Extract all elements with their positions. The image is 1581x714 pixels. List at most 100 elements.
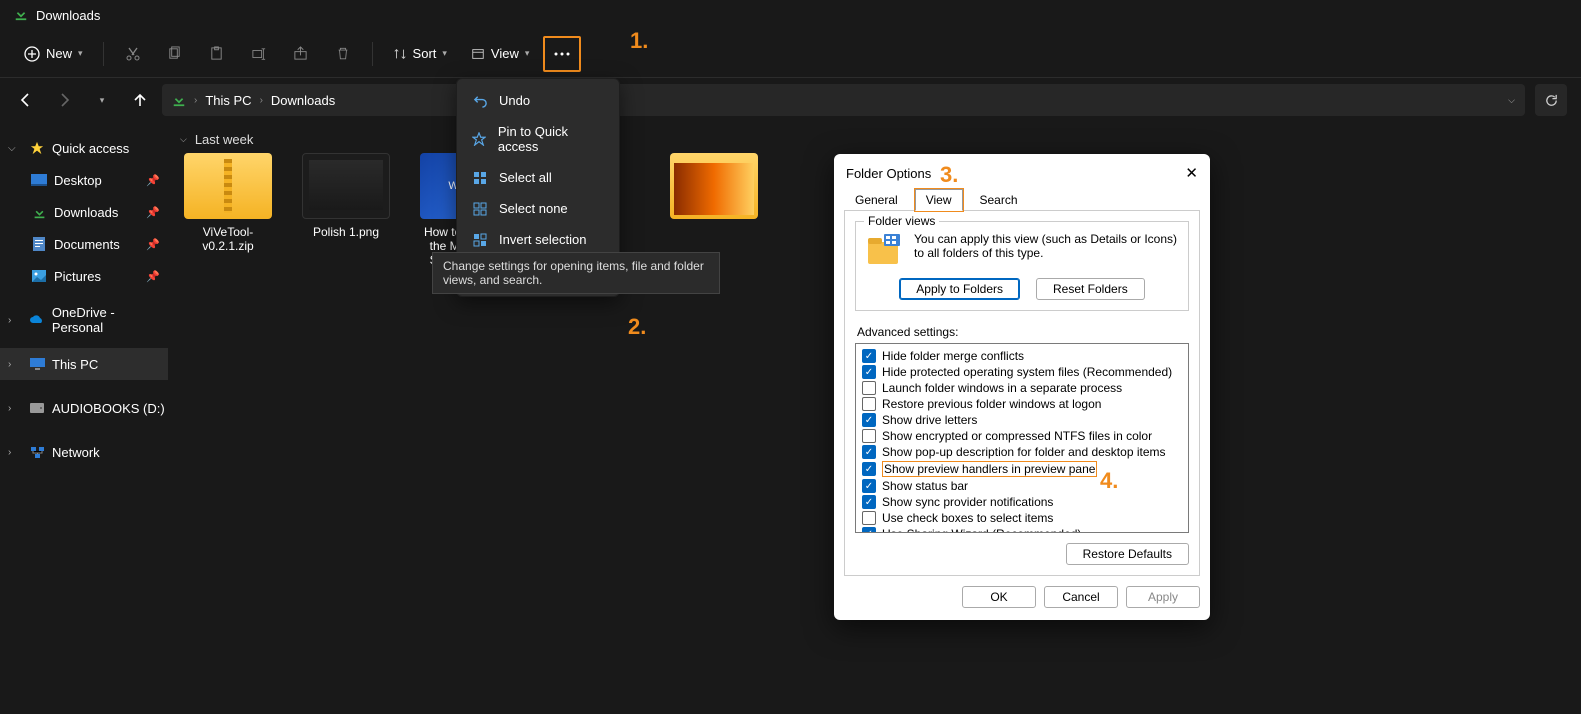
file-item[interactable] <box>666 153 762 267</box>
menu-select-none[interactable]: Select none <box>457 193 619 224</box>
group-header[interactable]: ⌵ Last week <box>180 132 1569 147</box>
sidebar-item-desktop[interactable]: Desktop 📌 <box>0 164 168 196</box>
chevron-right-icon: › <box>260 95 263 106</box>
setting-label: Launch folder windows in a separate proc… <box>882 381 1122 395</box>
cancel-button[interactable]: Cancel <box>1044 586 1118 608</box>
chevron-down-icon: ⌵ <box>8 143 22 154</box>
chevron-down-icon: ▾ <box>78 48 83 59</box>
recent-dropdown[interactable]: ▾ <box>90 88 114 112</box>
breadcrumb-root[interactable]: This PC <box>205 93 251 108</box>
sidebar-item-onedrive[interactable]: › OneDrive - Personal <box>0 304 168 336</box>
sidebar-item-audiobooks[interactable]: › AUDIOBOOKS (D:) <box>0 392 168 424</box>
share-button[interactable] <box>282 36 320 72</box>
setting-row[interactable]: ✓ Hide folder merge conflicts <box>862 348 1182 364</box>
checkbox[interactable] <box>862 381 876 395</box>
copy-button[interactable] <box>156 36 194 72</box>
menu-invert[interactable]: Invert selection <box>457 224 619 255</box>
menu-pin[interactable]: Pin to Quick access <box>457 116 619 162</box>
setting-row[interactable]: Use check boxes to select items <box>862 510 1182 526</box>
network-icon <box>28 443 46 461</box>
setting-row[interactable]: Restore previous folder windows at logon <box>862 396 1182 412</box>
more-button[interactable] <box>543 36 581 72</box>
setting-label: Show sync provider notifications <box>882 495 1053 509</box>
tab-view[interactable]: View <box>915 189 963 211</box>
checkbox[interactable]: ✓ <box>862 365 876 379</box>
setting-label: Show encrypted or compressed NTFS files … <box>882 429 1152 443</box>
invert-icon <box>471 233 489 247</box>
cut-button[interactable] <box>114 36 152 72</box>
setting-row[interactable]: ✓Show status bar <box>862 478 1182 494</box>
setting-row[interactable]: Show encrypted or compressed NTFS files … <box>862 428 1182 444</box>
chevron-down-icon[interactable]: ⌵ <box>1508 95 1515 106</box>
forward-button[interactable] <box>52 88 76 112</box>
sidebar-item-network[interactable]: › Network <box>0 436 168 468</box>
pc-icon <box>28 355 46 373</box>
view-button[interactable]: View ▾ <box>461 40 539 67</box>
reset-folders-button[interactable]: Reset Folders <box>1036 278 1145 300</box>
setting-row[interactable]: ✓ Show pop-up description for folder and … <box>862 444 1182 460</box>
rename-button[interactable] <box>240 36 278 72</box>
menu-undo[interactable]: Undo <box>457 85 619 116</box>
setting-label: Show pop-up description for folder and d… <box>882 445 1166 459</box>
checkbox[interactable]: ✓ <box>862 527 876 533</box>
setting-row[interactable]: Launch folder windows in a separate proc… <box>862 380 1182 396</box>
sort-button[interactable]: Sort ▾ <box>383 40 457 67</box>
close-button[interactable]: ✕ <box>1185 164 1198 182</box>
sidebar-item-downloads[interactable]: Downloads 📌 <box>0 196 168 228</box>
checkbox[interactable]: ✓ <box>862 462 876 476</box>
setting-label: Use Sharing Wizard (Recommended) <box>882 527 1081 533</box>
drive-icon <box>28 399 46 417</box>
chevron-down-icon: ▾ <box>525 48 530 59</box>
up-button[interactable] <box>128 88 152 112</box>
sidebar-item-documents[interactable]: Documents 📌 <box>0 228 168 260</box>
checkbox[interactable]: ✓ <box>862 479 876 493</box>
delete-button[interactable] <box>324 36 362 72</box>
documents-icon <box>30 235 48 253</box>
checkbox[interactable] <box>862 429 876 443</box>
setting-label: Show drive letters <box>882 413 977 427</box>
refresh-button[interactable] <box>1535 84 1567 116</box>
checkbox[interactable]: ✓ <box>862 413 876 427</box>
folder-views-group: Folder views You can apply this view (su… <box>855 221 1189 311</box>
setting-row[interactable]: ✓ Show drive letters <box>862 412 1182 428</box>
breadcrumb-folder[interactable]: Downloads <box>271 93 335 108</box>
apply-button[interactable]: Apply <box>1126 586 1200 608</box>
setting-row[interactable]: ✓ Use Sharing Wizard (Recommended) <box>862 526 1182 533</box>
star-icon <box>28 139 46 157</box>
rename-icon <box>251 47 267 61</box>
file-item[interactable]: Polish 1.png <box>298 153 394 267</box>
tab-search[interactable]: Search <box>969 188 1029 210</box>
options-tooltip: Change settings for opening items, file … <box>432 252 720 294</box>
setting-row[interactable]: ✓ Show sync provider notifications <box>862 494 1182 510</box>
toolbar: New ▾ Sort ▾ View ▾ <box>0 30 1581 78</box>
setting-row[interactable]: ✓Hide protected operating system files (… <box>862 364 1182 380</box>
tab-general[interactable]: General <box>844 188 909 210</box>
file-item[interactable]: ViVeTool-v0.2.1.zip <box>180 153 276 267</box>
nav-row: ▾ › This PC › Downloads ⌵ <box>0 78 1581 122</box>
checkbox[interactable]: ✓ <box>862 495 876 509</box>
apply-to-folders-button[interactable]: Apply to Folders <box>899 278 1020 300</box>
paste-button[interactable] <box>198 36 236 72</box>
checkbox[interactable] <box>862 511 876 525</box>
checkbox[interactable]: ✓ <box>862 445 876 459</box>
downloads-icon <box>172 93 186 107</box>
downloads-icon <box>30 203 48 221</box>
restore-defaults-button[interactable]: Restore Defaults <box>1066 543 1189 565</box>
sidebar-item-this-pc[interactable]: › This PC <box>0 348 168 380</box>
select-none-icon <box>471 202 489 216</box>
checkbox[interactable] <box>862 397 876 411</box>
setting-row[interactable]: ✓Show preview handlers in preview pane <box>862 460 1182 478</box>
folder-views-icon <box>866 232 902 268</box>
dialog-tabs: General View Search <box>834 188 1210 210</box>
setting-label: Hide folder merge conflicts <box>882 349 1024 363</box>
sidebar-item-pictures[interactable]: Pictures 📌 <box>0 260 168 292</box>
menu-select-all[interactable]: Select all <box>457 162 619 193</box>
sidebar-item-quick-access[interactable]: ⌵ Quick access <box>0 132 168 164</box>
advanced-settings-list[interactable]: ✓ Hide folder merge conflicts✓Hide protec… <box>855 343 1189 533</box>
tab-panel-view: Folder views You can apply this view (su… <box>844 210 1200 576</box>
ok-button[interactable]: OK <box>962 586 1036 608</box>
back-button[interactable] <box>14 88 38 112</box>
checkbox[interactable]: ✓ <box>862 349 876 363</box>
new-button[interactable]: New ▾ <box>14 40 93 68</box>
address-bar[interactable]: › This PC › Downloads ⌵ <box>162 84 1525 116</box>
